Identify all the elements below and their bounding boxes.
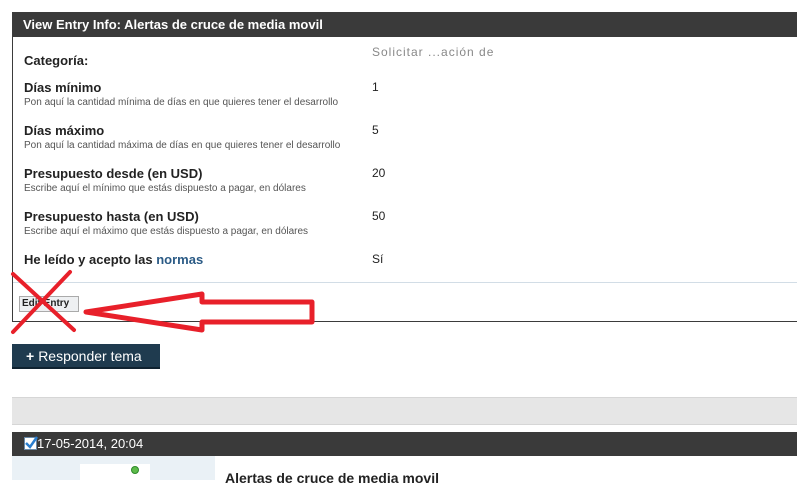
field-dias-maximo: Días máximo Pon aquí la cantidad máxima … xyxy=(24,123,784,151)
field-value: 5 xyxy=(372,123,379,137)
field-presupuesto-desde: Presupuesto desde (en USD) Escribe aquí … xyxy=(24,166,784,194)
field-label: Presupuesto hasta (en USD) xyxy=(24,209,199,224)
panel-title: View Entry Info: Alertas de cruce de med… xyxy=(13,13,797,37)
reply-topic-button[interactable]: + Responder tema xyxy=(12,344,160,369)
post-date: 17-05-2014, 20:04 xyxy=(37,436,144,451)
reply-topic-label: Responder tema xyxy=(38,348,142,364)
online-status-icon xyxy=(131,466,139,474)
field-hint: Pon aquí la cantidad mínima de días en q… xyxy=(24,97,339,108)
field-hint: Escribe aquí el máximo que estás dispues… xyxy=(24,226,309,237)
checkbox-icon[interactable] xyxy=(24,436,39,450)
post-title: Alertas de cruce de media movil xyxy=(225,470,439,486)
entry-info-panel: View Entry Info: Alertas de cruce de med… xyxy=(12,12,797,322)
post-header: 17-05-2014, 20:04 xyxy=(12,432,797,456)
normas-link[interactable]: normas xyxy=(156,252,203,267)
post-author-column xyxy=(12,456,215,480)
field-value: Solicitar ...ación de xyxy=(372,45,495,59)
avatar[interactable] xyxy=(80,464,150,480)
field-terms: He leído y acepto las normas Sí xyxy=(24,252,784,267)
field-value: 1 xyxy=(372,80,379,94)
field-dias-minimo: Días mínimo Pon aquí la cantidad mínima … xyxy=(24,80,784,108)
field-label: Días máximo xyxy=(24,123,105,138)
field-hint: Escribe aquí el mínimo que estás dispues… xyxy=(24,183,306,194)
edit-entry-button[interactable]: Edit Entry xyxy=(19,296,79,312)
thread-toolbar xyxy=(12,397,797,425)
checkmark-icon xyxy=(25,436,39,449)
field-categoria: Categoría: Solicitar ...ación de xyxy=(24,45,784,68)
terms-label: He leído y acepto las normas xyxy=(24,252,784,267)
plus-icon: + xyxy=(26,348,35,364)
terms-prefix: He leído y acepto las xyxy=(24,252,157,267)
field-presupuesto-hasta: Presupuesto hasta (en USD) Escribe aquí … xyxy=(24,209,784,237)
field-label: Presupuesto desde (en USD) xyxy=(24,166,203,181)
field-hint: Pon aquí la cantidad máxima de días en q… xyxy=(24,140,341,151)
terms-value: Sí xyxy=(372,252,384,266)
field-label: Días mínimo xyxy=(24,80,102,95)
panel-divider xyxy=(13,282,797,283)
field-value: 20 xyxy=(372,166,386,180)
field-value: 50 xyxy=(372,209,386,223)
entry-fields: Categoría: Solicitar ...ación de Días mí… xyxy=(13,37,797,282)
